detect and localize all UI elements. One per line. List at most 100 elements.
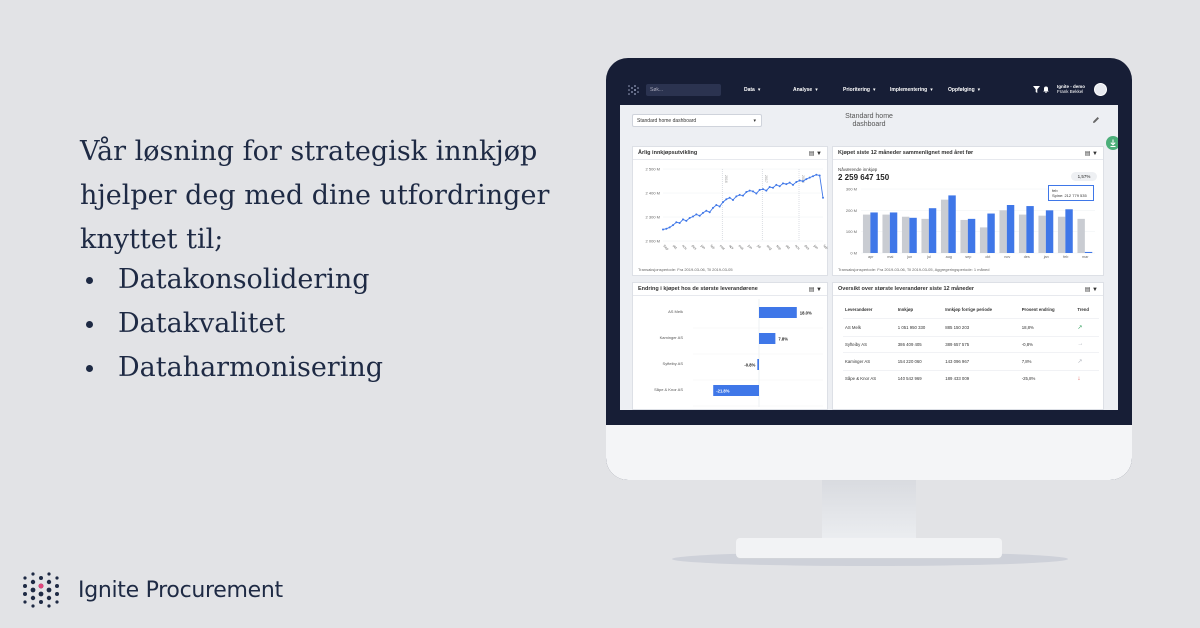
feature-item: Dataharmonisering: [84, 346, 383, 390]
x-tick-label: sep: [965, 255, 971, 259]
brand-logo: Ignite Procurement: [20, 570, 283, 610]
nav-prioritering[interactable]: Prioritering ▾: [843, 87, 875, 93]
kpi-change-badge: 1,57%: [1071, 172, 1097, 181]
download-icon[interactable]: [1106, 136, 1118, 150]
search-input[interactable]: Søk...: [646, 84, 721, 96]
document-icon[interactable]: ▤: [1085, 151, 1091, 157]
data-point: [778, 185, 781, 188]
feature-list: Datakonsolidering Datakvalitet Dataharmo…: [84, 258, 383, 390]
x-tick-label: mai: [887, 255, 893, 259]
table-cell: -25,8%: [1019, 369, 1076, 387]
data-point: [782, 182, 784, 185]
table-row[interactable]: Såpe & Knor AS 140 542 969 189 433 009 -25,…: [843, 369, 1099, 387]
filter-icon[interactable]: ▼: [1092, 287, 1098, 293]
bar: [909, 217, 917, 253]
table-row[interactable]: Kaminger AS 154 220 060 143 096 967 7,8% ↗: [843, 352, 1099, 371]
data-point: [705, 209, 708, 212]
x-tick-label: jul: [926, 255, 931, 259]
bar: [979, 227, 988, 253]
data-point: [725, 198, 728, 201]
table-row[interactable]: Syfteiby AS 386 409 405 389 657 575 -0,8% →: [843, 335, 1099, 353]
data-point: [688, 216, 691, 219]
bar: [1038, 215, 1046, 253]
x-tick-label: jan: [699, 243, 706, 250]
column-header[interactable]: Innkjøp: [896, 305, 943, 319]
table-cell: 154 220 060: [895, 352, 944, 371]
data-point: [802, 180, 804, 183]
bar: [940, 199, 949, 253]
x-tick-label: des: [803, 244, 810, 251]
data-point: [702, 211, 704, 214]
data-point: [718, 205, 721, 208]
divider: [833, 159, 1103, 160]
x-tick-label: Sep: [662, 244, 669, 251]
panel-title: Årlig innkjøpsutvikling: [638, 150, 698, 156]
x-tick-label: jan: [812, 243, 819, 250]
bar: [1077, 218, 1085, 253]
x-tick-label: sep: [775, 244, 782, 251]
data-point: [665, 227, 668, 230]
table-header-row: Leverandører Innkjøp Innkjøp forrige per…: [843, 305, 1099, 319]
data-point: [742, 194, 744, 197]
panel-title: Endring i kjøpet hos de største leverand…: [638, 286, 758, 292]
dashboard-select[interactable]: Standard home dashboard ▾: [632, 114, 762, 127]
data-label: 7.8%: [778, 337, 788, 342]
data-point: [812, 175, 814, 178]
dashboard-title: Standard home dashboard: [845, 113, 893, 128]
filter-icon[interactable]: [1033, 86, 1040, 93]
filter-icon[interactable]: ▼: [816, 151, 822, 157]
monthly-comparison-panel: Kjøpet siste 12 måneder sammenlignet med…: [832, 146, 1104, 276]
x-tick-label: nov: [681, 244, 688, 251]
app-logo-icon[interactable]: [627, 83, 641, 97]
bar: [889, 212, 898, 253]
nav-data[interactable]: Data ▾: [744, 87, 760, 93]
x-tick-label: mar: [1082, 255, 1089, 259]
bar: [759, 307, 797, 318]
nav-implementering[interactable]: Implementering ▾: [890, 87, 933, 93]
bell-icon[interactable]: [1043, 86, 1049, 93]
nav-label: Data: [744, 87, 755, 93]
column-header[interactable]: Innkjøp forrige periode: [943, 305, 1019, 319]
nav-label: Oppfølging: [948, 87, 975, 93]
x-tick-label: jun: [746, 243, 753, 250]
column-header[interactable]: Leverandører: [843, 305, 896, 319]
data-point: [732, 198, 734, 201]
document-icon[interactable]: ▤: [1085, 287, 1091, 293]
x-tick-label: des: [1024, 255, 1030, 259]
data-point: [805, 178, 808, 181]
divider: [633, 159, 827, 160]
y-tick-label: 0 M: [850, 251, 857, 256]
column-header[interactable]: Prosent endring: [1020, 305, 1076, 319]
table-row[interactable]: AS Melk 1 051 950 330 885 150 203 18,8% ↗: [843, 318, 1099, 337]
panel-title: Oversikt over største leverandører siste…: [838, 286, 975, 292]
data-point: [692, 215, 694, 218]
table-cell: AS Melk: [843, 318, 896, 337]
nav-analyse[interactable]: Analyse ▾: [793, 87, 818, 93]
column-header[interactable]: Trend: [1075, 305, 1099, 319]
avatar[interactable]: [1094, 83, 1107, 96]
bar: [967, 218, 976, 253]
filter-icon[interactable]: ▼: [816, 287, 822, 293]
user-menu[interactable]: Ignite - demo Frank Bekkel: [1057, 84, 1085, 94]
category-label: Kaminger AS: [660, 335, 684, 340]
document-icon[interactable]: ▤: [809, 287, 815, 293]
nav-oppfolging[interactable]: Oppfølging ▾: [948, 87, 980, 93]
data-point: [792, 183, 794, 186]
monitor-neck: [822, 480, 916, 542]
x-tick-label: mar: [719, 244, 727, 252]
app-screen: Søk... Data ▾ Analyse ▾ Prioritering ▾ Impl…: [620, 74, 1118, 410]
data-point: [758, 188, 761, 191]
document-icon[interactable]: ▤: [809, 151, 815, 157]
year-marker-label: 2017: [764, 175, 768, 183]
panel-actions: ▤ ▼: [1085, 286, 1098, 293]
pencil-icon[interactable]: [1092, 116, 1100, 124]
data-point: [715, 204, 718, 206]
bar: [999, 210, 1007, 253]
monitor-chin: [606, 425, 1132, 480]
bar: [921, 218, 929, 253]
feature-item: Datakvalitet: [84, 302, 383, 346]
bar: [862, 214, 871, 253]
filter-icon[interactable]: ▼: [1092, 151, 1098, 157]
bar: [1026, 206, 1034, 253]
table-cell: 189 433 009: [943, 369, 1020, 387]
